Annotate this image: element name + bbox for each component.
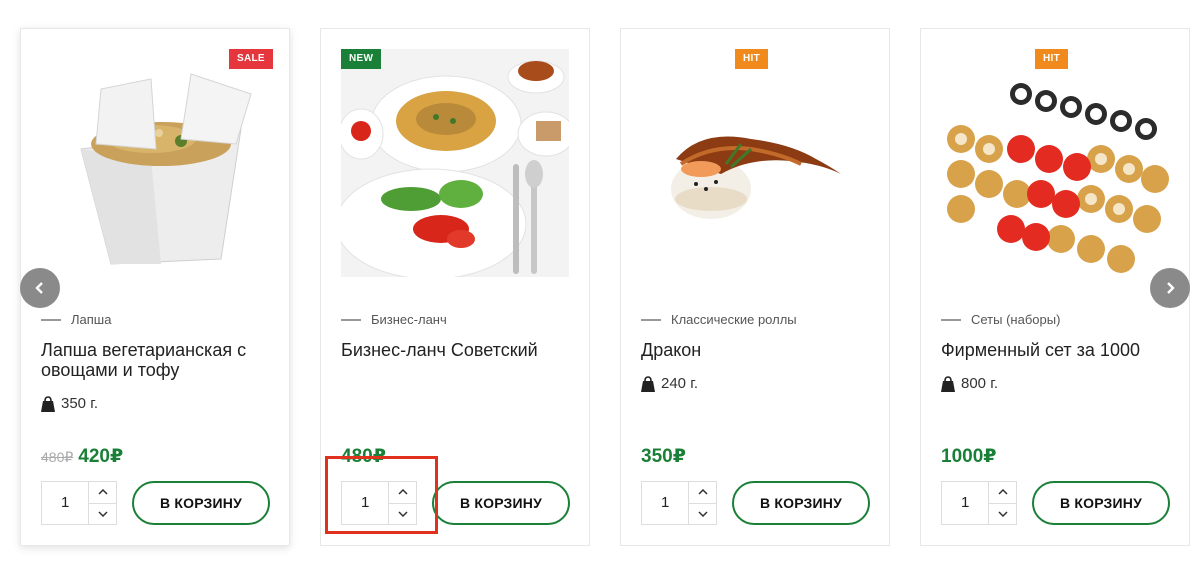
weight-label: 800 г. xyxy=(961,375,999,392)
chevron-up-icon xyxy=(698,489,708,495)
dash-icon xyxy=(641,318,661,321)
add-to-cart-button[interactable]: В КОРЗИНУ xyxy=(1032,481,1170,525)
weight-bag-icon xyxy=(641,375,655,392)
chevron-left-icon xyxy=(35,282,43,294)
dash-icon xyxy=(941,318,961,321)
weight-bag-icon xyxy=(41,395,55,412)
increment-button[interactable] xyxy=(89,482,116,504)
decrement-button[interactable] xyxy=(89,504,116,525)
price-row: 350₽ xyxy=(641,445,686,468)
category-label: Бизнес-ланч xyxy=(371,312,447,327)
sale-badge: SALE xyxy=(229,49,273,69)
product-weight: 800 г. xyxy=(941,375,998,392)
product-title[interactable]: Лапша вегетарианская с овощами и тофу xyxy=(41,340,271,380)
chevron-down-icon xyxy=(698,511,708,517)
product-title[interactable]: Бизнес-ланч Советский xyxy=(341,340,571,360)
noodle-box-image[interactable] xyxy=(41,49,269,277)
carousel-next-button[interactable] xyxy=(1150,268,1190,308)
weight-label: 350 г. xyxy=(61,395,99,412)
price: 420₽ xyxy=(78,446,124,467)
weight-bag-icon xyxy=(941,375,955,392)
weight-label: 240 г. xyxy=(661,375,699,392)
category-label: Лапша xyxy=(71,312,112,327)
price: 1000₽ xyxy=(941,446,997,467)
product-category: Классические роллы xyxy=(641,312,797,327)
chevron-down-icon xyxy=(98,511,108,517)
chevron-right-icon xyxy=(1167,282,1175,294)
product-category: Бизнес-ланч xyxy=(341,312,447,327)
dragon-roll-image[interactable] xyxy=(641,49,869,277)
product-title[interactable]: Фирменный сет за 1000 xyxy=(941,340,1171,360)
price-row: 480₽ 420₽ xyxy=(41,445,123,468)
product-category: Лапша xyxy=(41,312,111,327)
decrement-button[interactable] xyxy=(989,504,1016,525)
carousel-prev-button[interactable] xyxy=(20,268,60,308)
product-weight: 240 г. xyxy=(641,375,698,392)
chevron-up-icon xyxy=(998,489,1008,495)
new-badge: NEW xyxy=(341,49,382,69)
category-label: Сеты (наборы) xyxy=(971,312,1061,327)
price: 350₽ xyxy=(641,446,686,467)
quantity-input[interactable]: 1 xyxy=(942,482,990,524)
add-to-cart-button[interactable]: В КОРЗИНУ xyxy=(732,481,870,525)
chevron-down-icon xyxy=(998,511,1008,517)
dash-icon xyxy=(341,318,361,321)
old-price: 480₽ xyxy=(41,449,74,465)
dash-icon xyxy=(41,318,61,321)
quantity-stepper: 1 xyxy=(641,481,717,525)
add-to-cart-button[interactable]: В КОРЗИНУ xyxy=(132,481,270,525)
chevron-up-icon xyxy=(98,489,108,495)
business-lunch-image[interactable] xyxy=(341,49,569,277)
product-category: Сеты (наборы) xyxy=(941,312,1060,327)
product-card: HIT Классические роллы Дракон 240 г. 350… xyxy=(620,28,890,546)
decrement-button[interactable] xyxy=(689,504,716,525)
product-card: SALE Лапша Лапша вегетарианская с овощам… xyxy=(20,28,290,546)
product-weight: 350 г. xyxy=(41,395,98,412)
hit-badge: HIT xyxy=(1035,49,1069,69)
sushi-set-image[interactable] xyxy=(941,49,1169,277)
add-to-cart-button[interactable]: В КОРЗИНУ xyxy=(432,481,570,525)
increment-button[interactable] xyxy=(989,482,1016,504)
quantity-stepper: 1 xyxy=(941,481,1017,525)
quantity-stepper: 1 xyxy=(41,481,117,525)
highlight-box xyxy=(325,456,438,534)
quantity-input[interactable]: 1 xyxy=(42,482,90,524)
hit-badge: HIT xyxy=(735,49,769,69)
category-label: Классические роллы xyxy=(671,312,797,327)
increment-button[interactable] xyxy=(689,482,716,504)
quantity-input[interactable]: 1 xyxy=(642,482,690,524)
price-row: 1000₽ xyxy=(941,445,997,468)
product-title[interactable]: Дракон xyxy=(641,340,871,360)
